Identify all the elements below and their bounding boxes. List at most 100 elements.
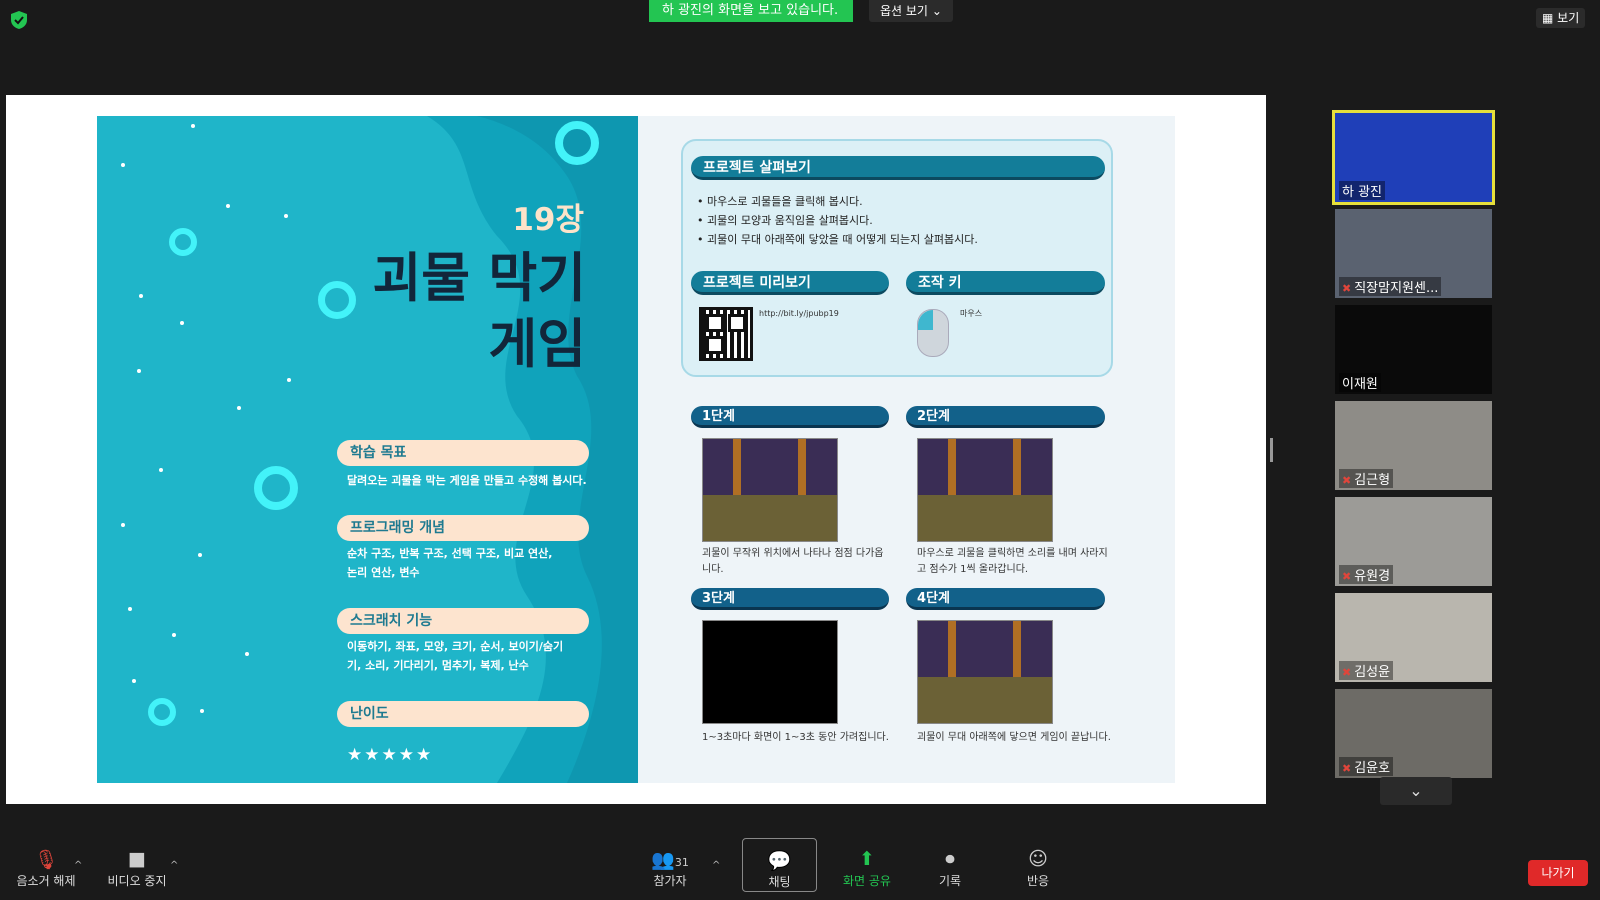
participant-name: 이재원 [1339,373,1381,392]
slide-title-line1: 괴물 막기 [372,248,587,309]
step-description: 괴물이 무작위 위치에서 나타나 점점 다가옵니다. [702,548,884,575]
star-dot [284,214,288,218]
overview-bullet: • 괴물의 모양과 움직임을 살펴봅시다. [697,214,873,227]
overview-header: 프로젝트 살펴보기 [691,156,1105,180]
slide-title-line2: 게임 [488,314,586,375]
slide-right-panel: 프로젝트 살펴보기 • 마우스로 괴물들을 클릭해 봅시다. • 괴물의 모양과… [638,116,1175,783]
star-dot [191,124,195,128]
reactions-label: 반응 [1026,874,1050,888]
step-header: 2단계 [906,406,1105,428]
preview-header: 프로젝트 미리보기 [691,271,889,295]
gallery-scroll-down-button[interactable]: ⌄ [1380,777,1452,805]
star-dot [128,607,132,611]
chapter-number: 19장 [512,202,584,238]
overview-bullet: • 마우스로 괴물들을 클릭해 봅시다. [697,195,863,208]
step-description: 마우스로 괴물을 클릭하면 소리를 내며 사라지고 점수가 1씩 올라갑니다. [917,548,1108,575]
view-layout-label: 보기 [1557,11,1580,25]
section-text: 이동하기, 좌표, 모양, 크기, 순서, 보이기/숨기기, 소리, 기다리기,… [347,640,564,672]
section-label: 학습 목표 [337,440,589,466]
participant-tile[interactable]: ✖ 김성윤 [1335,593,1492,682]
panel-resize-handle[interactable] [1270,438,1273,462]
record-button[interactable]: ⏺ 기록 [930,848,970,889]
overview-bullet: • 괴물이 무대 아래쪽에 닿았을 때 어떻게 되는지 살펴봅시다. [697,233,978,246]
mic-muted-icon: ✖ [1342,762,1352,775]
star-dot [121,523,125,527]
video-options-caret[interactable]: ^ [170,860,178,871]
participant-name-text: 김윤호 [1354,761,1391,776]
mouse-icon [917,309,949,357]
ring-decoration [318,281,356,319]
star-dot [180,321,184,325]
participant-name: ✖ 유원경 [1339,565,1394,584]
star-dot [198,553,202,557]
audio-options-caret[interactable]: ^ [74,860,82,871]
section-text: 달려오는 괴물을 막는 게임을 만들고 수정해 봅시다. [347,474,587,487]
leave-meeting-button[interactable]: 나가기 [1528,860,1588,886]
participant-tile[interactable]: ✖ 유원경 [1335,497,1492,586]
qr-code [699,307,753,361]
reactions-button[interactable]: ☺ 반응 [1018,848,1058,889]
step-header: 4단계 [906,588,1105,610]
section-label: 프로그래밍 개념 [337,515,589,541]
overview-bullet-text: 마우스로 괴물들을 클릭해 봅시다. [707,195,863,208]
star-dot [287,378,291,382]
view-options-label: 옵션 보기 [880,4,928,18]
step-description: 괴물이 무대 아래쪽에 닿으면 게임이 끝납니다. [917,732,1111,743]
overview-bullet-text: 괴물이 무대 아래쪽에 닿았을 때 어떻게 되는지 살펴봅시다. [707,233,978,246]
participant-name: ✖ 김윤호 [1339,757,1394,776]
participant-tile[interactable]: 이재원 [1335,305,1492,394]
participants-count: 31 [674,856,689,869]
view-layout-button[interactable]: ▦ 보기 [1536,8,1586,28]
participant-name: ✖ 김성윤 [1339,661,1394,680]
participant-tile[interactable]: 하 광진 [1332,110,1495,205]
participant-name-text: 김성윤 [1354,665,1391,680]
controls-header: 조작 키 [906,271,1105,295]
share-screen-button[interactable]: ⬆ 화면 공유 [840,848,894,889]
participant-tile[interactable]: ✖ 직장맘지원센... [1335,209,1492,298]
mic-muted-icon: ✖ [1342,282,1352,295]
difficulty-stars: ★★★★★ [347,745,434,765]
ring-decoration [169,228,197,256]
control-key-label: 마우스 [960,309,983,318]
mic-muted-icon: ✖ [1342,570,1352,583]
chat-button[interactable]: 💬 채팅 [742,838,817,892]
section-text: 순차 구조, 반복 구조, 선택 구조, 비교 연산, 논리 연산, 변수 [347,547,553,579]
ring-decoration [254,466,298,510]
viewing-screen-banner: 하 광진의 화면을 보고 있습니다. [649,0,853,22]
step3-screenshot [702,620,838,724]
chat-bubble-icon: 💬 [767,850,792,872]
mic-muted-icon: ✖ [1342,666,1352,679]
step1-screenshot [702,438,838,542]
step-header: 1단계 [691,406,889,428]
star-dot [200,709,204,713]
participants-button[interactable]: 👥31 참가자 [645,848,695,889]
emoji-icon: ☺ [1028,848,1048,870]
step2-screenshot [917,438,1053,542]
participants-icon: 👥31 [651,849,689,871]
unmute-button[interactable]: 🎙 음소거 해제 [14,848,78,889]
grid-icon: ▦ [1542,11,1554,25]
section-label: 스크래치 기능 [337,608,589,634]
participant-name-text: 유원경 [1354,569,1391,584]
participant-tile[interactable]: ✖ 김윤호 [1335,689,1492,778]
star-dot [226,204,230,208]
chat-label: 채팅 [768,875,791,889]
video-camera-icon: ■ [128,848,146,870]
step-description: 1~3초마다 화면이 1~3초 동안 가려집니다. [702,732,889,743]
mic-muted-icon: 🎙 [33,849,59,871]
preview-url: http://bit.ly/jpubp19 [759,309,839,318]
stop-video-button[interactable]: ■ 비디오 중지 [104,848,170,889]
participant-name: 하 광진 [1339,181,1386,200]
participants-options-caret[interactable]: ^ [712,860,720,871]
view-options-button[interactable]: 옵션 보기 ⌄ [869,0,953,22]
unmute-label: 음소거 해제 [16,874,76,888]
record-label: 기록 [938,874,962,888]
section-label: 난이도 [337,701,589,727]
participant-tile[interactable]: ✖ 김근형 [1335,401,1492,490]
chevron-down-icon: ⌄ [1409,781,1423,800]
meeting-toolbar: 🎙 음소거 해제 ^ ■ 비디오 중지 ^ 👥31 참가자 ^ 💬 채팅 ⬆ 화면 공유 … [0,838,1600,900]
security-shield-icon[interactable] [11,11,27,29]
ring-decoration [148,698,176,726]
star-dot [159,468,163,472]
step4-screenshot [917,620,1053,724]
